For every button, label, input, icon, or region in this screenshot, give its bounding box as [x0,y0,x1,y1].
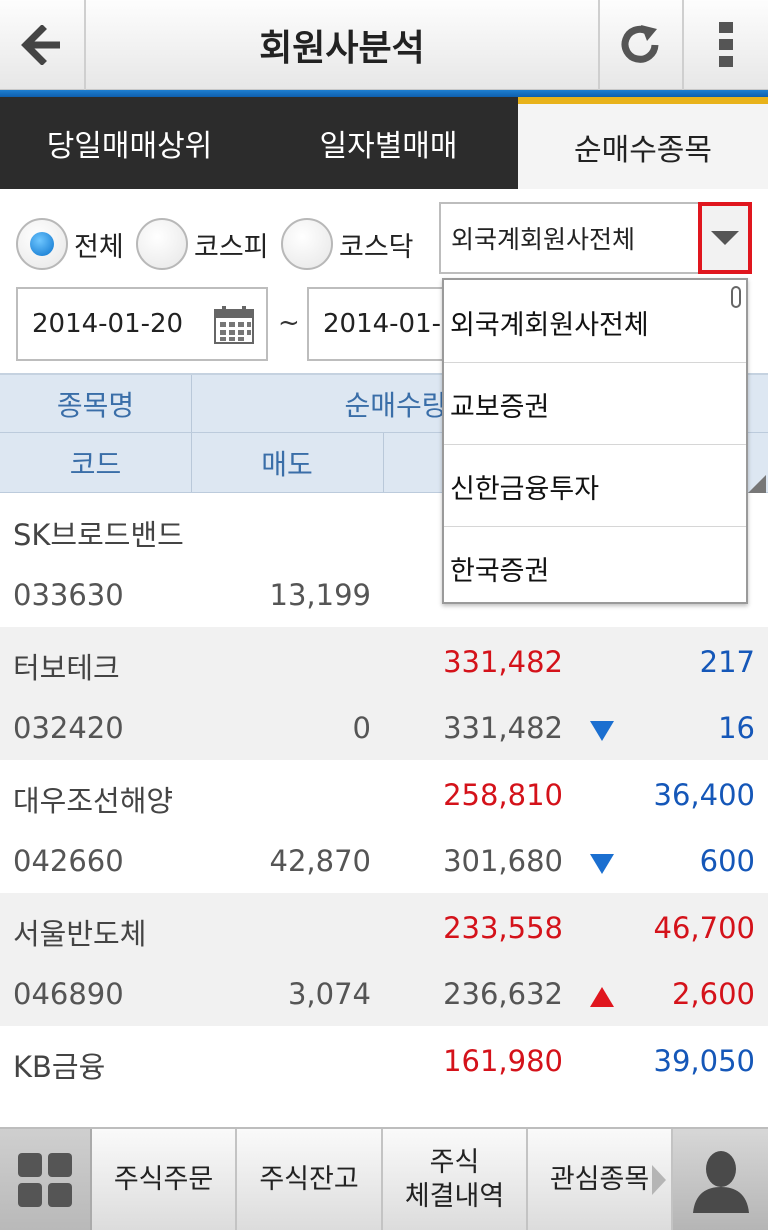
stock-name: 터보테크 [13,651,120,685]
price-change: 2,600 [671,977,755,1011]
stock-code: 042660 [13,844,124,878]
refresh-icon [621,25,659,63]
dropdown-item[interactable]: 외국계회원사전체 [444,282,746,363]
price-change: 16 [718,711,755,745]
sell-qty: 13,199 [269,578,371,612]
radio-kosdaq[interactable]: 코스닥 [281,218,414,270]
price-change: 600 [699,844,755,878]
up-arrow-icon [590,987,614,1007]
tab-bar: 당일매매상위 일자별매매 순매수종목 [0,97,768,189]
dropdown-item[interactable]: 한국증권 [444,528,746,602]
date-to-value: 2014-01- [323,309,442,339]
corner-indicator-icon [748,475,766,493]
date-separator: ~ [278,308,300,338]
chevron-right-icon [652,1165,666,1195]
member-select-value: 외국계회원사전체 [451,225,636,254]
date-to-field[interactable]: 2014-01- [307,287,457,361]
col-header-sell: 매도 [261,447,313,481]
stock-order-button[interactable]: 주식주문 [92,1129,237,1230]
table-row[interactable]: 터보테크 032420 0 331,482 331,482 217 16 [0,627,768,760]
radio-all-label: 전체 [74,231,124,263]
tab-daily-top[interactable]: 당일매매상위 [0,97,259,189]
buy-qty: 301,680 [443,844,563,878]
stock-name: 서울반도체 [13,917,147,951]
net-buy-qty: 233,558 [443,911,563,945]
stock-code: 032420 [13,711,124,745]
current-price: 46,700 [653,911,755,945]
stock-balance-button[interactable]: 주식잔고 [237,1129,383,1230]
sell-qty: 42,870 [269,844,371,878]
table-row[interactable]: 대우조선해양 042660 42,870 258,810 301,680 36,… [0,760,768,893]
col-header-code: 코드 [69,447,122,481]
stock-code: 046890 [13,977,124,1011]
radio-kospi-label: 코스피 [194,231,269,263]
app-header: 회원사분석 [0,0,768,90]
chevron-down-icon [711,231,739,245]
grid-icon [18,1152,72,1207]
grid-menu-button[interactable] [0,1129,92,1230]
execution-history-button[interactable]: 주식 체결내역 [383,1129,528,1230]
current-price: 217 [699,645,755,679]
down-arrow-icon [590,854,614,874]
radio-kospi[interactable]: 코스피 [136,218,269,270]
sell-qty: 3,074 [287,977,371,1011]
buy-qty: 331,482 [443,711,563,745]
member-dropdown-list[interactable]: 외국계회원사전체 교보증권 신한금융투자 한국증권 [442,278,748,604]
col-divider [383,433,384,492]
col-header-name: 종목명 [56,388,135,422]
down-arrow-icon [590,721,614,741]
stock-code: 033630 [13,578,124,612]
tab-by-date[interactable]: 일자별매매 [259,97,518,189]
table-row[interactable]: KB금융 161,980 39,050 [0,1026,768,1128]
user-profile-button[interactable] [673,1129,768,1230]
net-buy-qty: 331,482 [443,645,563,679]
net-buy-qty: 161,980 [443,1044,563,1078]
dropdown-scrollbar[interactable] [731,286,741,308]
member-select[interactable]: 외국계회원사전체 [439,202,752,274]
sell-qty: 0 [352,711,371,745]
back-button[interactable] [0,0,86,90]
net-buy-qty: 258,810 [443,778,563,812]
execution-history-label: 주식 체결내역 [404,1146,505,1212]
arrow-left-icon [21,25,60,65]
dropdown-item[interactable]: 신한금융투자 [444,446,746,527]
user-icon [692,1150,749,1213]
buy-qty: 236,632 [443,977,563,1011]
header-accent-line [0,90,768,97]
more-menu-button[interactable] [684,0,768,90]
dropdown-item[interactable]: 교보증권 [444,364,746,445]
stock-name: KB금융 [13,1050,106,1084]
stock-name: 대우조선해양 [13,784,174,818]
date-from-field[interactable]: 2014-01-20 [16,287,268,361]
page-title: 회원사분석 [259,28,425,69]
current-price: 39,050 [653,1044,755,1078]
refresh-button[interactable] [598,0,684,90]
date-from-value: 2014-01-20 [32,309,184,339]
radio-kosdaq-label: 코스닥 [339,231,414,263]
bottom-toolbar: 주식주문 주식잔고 주식 체결내역 관심종목 [0,1127,768,1230]
current-price: 36,400 [653,778,755,812]
more-vert-icon [719,22,733,67]
dropdown-toggle-button[interactable] [698,202,752,274]
radio-all[interactable]: 전체 [16,218,124,270]
stock-name: SK브로드밴드 [13,518,184,552]
tab-net-buy[interactable]: 순매수종목 [518,97,768,189]
calendar-icon[interactable] [214,306,254,344]
radio-unselected-icon [136,218,188,270]
radio-selected-icon [16,218,68,270]
table-row[interactable]: 서울반도체 046890 3,074 233,558 236,632 46,70… [0,893,768,1026]
radio-unselected-icon [281,218,333,270]
